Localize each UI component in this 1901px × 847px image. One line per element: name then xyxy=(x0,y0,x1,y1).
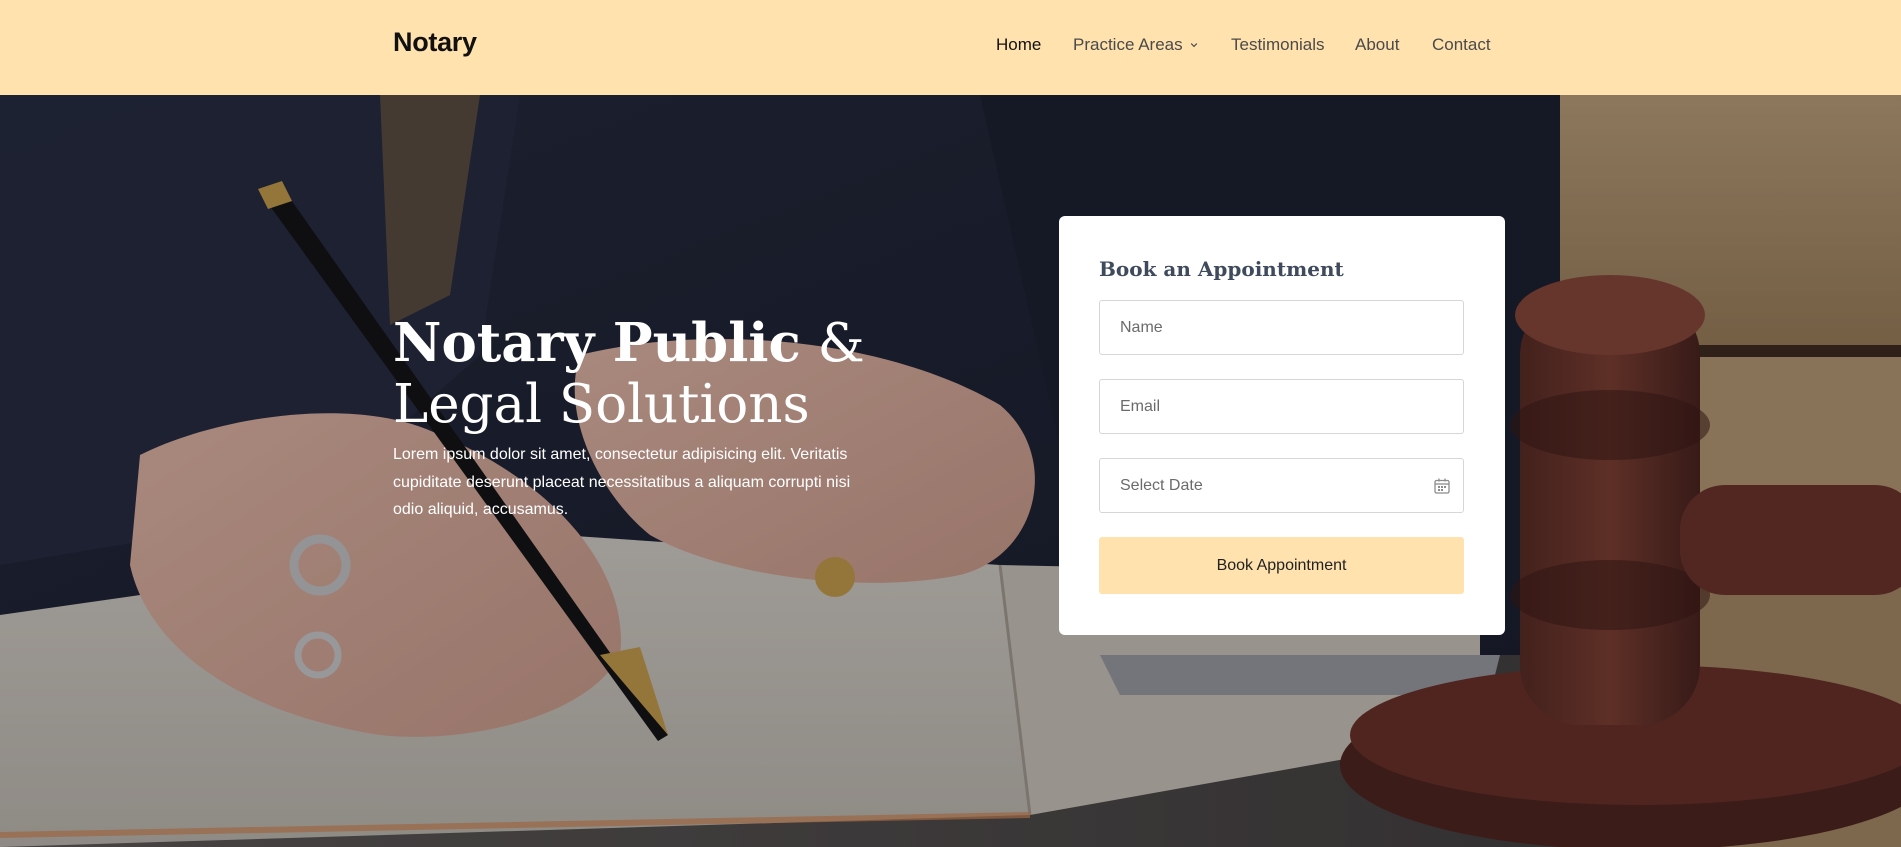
appointment-form-card: Book an Appointment Book Appointment xyxy=(1059,216,1505,635)
nav-contact[interactable]: Contact xyxy=(1432,35,1491,55)
hero-title-amp: & xyxy=(800,313,865,374)
nav-practice-areas[interactable]: Practice Areas xyxy=(1073,35,1198,55)
hero-section: Notary Public & Legal Solutions Lorem ip… xyxy=(0,95,1901,847)
nav-testimonials[interactable]: Testimonials xyxy=(1231,35,1325,55)
email-input[interactable] xyxy=(1100,380,1463,433)
nav-practice-areas-label: Practice Areas xyxy=(1073,35,1183,54)
date-input[interactable] xyxy=(1100,459,1463,512)
name-field xyxy=(1099,300,1464,355)
top-navbar: Notary Home Practice Areas Testimonials … xyxy=(0,0,1901,95)
nav-testimonials-label: Testimonials xyxy=(1231,35,1325,54)
form-title: Book an Appointment xyxy=(1099,257,1344,281)
brand-logo[interactable]: Notary xyxy=(393,27,477,58)
hero-description: Lorem ipsum dolor sit amet, consectetur … xyxy=(393,446,851,518)
nav-contact-label: Contact xyxy=(1432,35,1491,54)
email-field xyxy=(1099,379,1464,434)
hero-title-bold: Notary Public xyxy=(393,312,801,374)
date-field xyxy=(1099,458,1464,513)
nav-about-label: About xyxy=(1355,35,1400,54)
hero-dark-overlay xyxy=(0,95,1901,847)
nav-home[interactable]: Home xyxy=(996,35,1041,55)
hero-title-line2: Legal Solutions xyxy=(393,374,810,435)
book-appointment-button[interactable]: Book Appointment xyxy=(1099,537,1464,594)
nav-home-label: Home xyxy=(996,35,1042,54)
hero-title: Notary Public & Legal Solutions xyxy=(393,312,953,436)
name-input[interactable] xyxy=(1100,301,1463,354)
nav-about[interactable]: About xyxy=(1355,35,1399,55)
chevron-down-icon xyxy=(1190,43,1197,48)
calendar-icon[interactable] xyxy=(1433,477,1451,495)
